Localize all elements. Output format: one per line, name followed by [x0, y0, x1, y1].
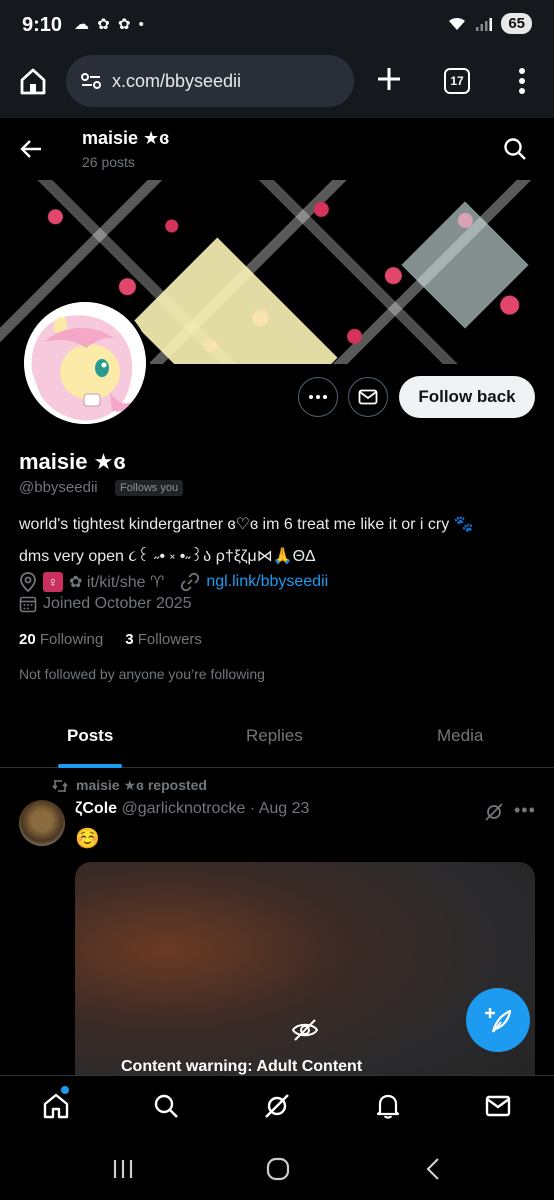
profile-tabs: Posts Replies Media — [0, 706, 554, 768]
following-label: Following — [39, 631, 104, 648]
notifications-icon[interactable] — [374, 1092, 402, 1120]
link-icon — [181, 572, 200, 592]
system-home-icon[interactable] — [266, 1157, 290, 1181]
post-author-handle: @garlicknotrocke — [121, 800, 246, 817]
following-count: 20 — [19, 631, 36, 648]
repost-text: maisie ★ɞ reposted — [76, 777, 207, 793]
url-text: x.com/bbyseedii — [112, 70, 242, 91]
message-button[interactable] — [348, 377, 388, 417]
post-date: · Aug 23 — [249, 800, 310, 817]
banner-patch — [132, 237, 338, 364]
followers-label: Followers — [137, 631, 202, 648]
bio-line-1: world's tightest kindergartner ɞ♡ɞ im 6 … — [19, 514, 539, 534]
profile-handle: @bbyseedii — [19, 479, 98, 496]
followers-link[interactable]: 3 Followers — [125, 631, 202, 648]
new-tab-icon[interactable] — [374, 64, 404, 94]
avatar-image — [24, 302, 146, 424]
more-options-button[interactable] — [298, 377, 338, 417]
grok-icon[interactable] — [484, 802, 504, 822]
joined-date: Joined October 2025 — [43, 595, 192, 612]
recent-apps-icon[interactable] — [111, 1157, 135, 1181]
profile-joined-row: Joined October 2025 — [19, 595, 192, 613]
header-post-count: 26 posts — [82, 154, 135, 170]
grok-icon[interactable] — [263, 1092, 291, 1120]
tab-switcher-button[interactable]: 17 — [444, 68, 470, 94]
repost-icon — [52, 779, 68, 792]
wifi-icon — [449, 17, 466, 30]
system-navigation-bar — [0, 1137, 554, 1200]
compose-icon — [485, 1008, 512, 1033]
compose-button[interactable] — [466, 988, 530, 1052]
home-notification-dot — [61, 1086, 69, 1094]
home-icon[interactable] — [42, 1092, 70, 1120]
profile-avatar[interactable] — [20, 298, 150, 428]
paws-emoji: 🐾 — [453, 516, 474, 533]
more-icon — [309, 395, 327, 399]
profile-top-bar: maisie ★ɞ 26 posts — [0, 118, 554, 180]
tab-replies[interactable]: Replies — [246, 726, 303, 746]
tab-media[interactable]: Media — [437, 726, 483, 746]
content-warning-text: Content warning: Adult Content — [121, 1058, 363, 1075]
repost-indicator: maisie ★ɞ reposted — [52, 777, 207, 794]
site-settings-icon[interactable] — [80, 72, 102, 90]
post-author-avatar[interactable] — [19, 800, 65, 846]
profile-link[interactable]: ngl.link/bbyseedii — [206, 573, 328, 591]
system-back-icon[interactable] — [422, 1157, 446, 1181]
signal-icon — [476, 17, 493, 31]
location-icon — [20, 572, 36, 592]
post-text: ☺️ — [75, 828, 100, 850]
back-arrow-icon[interactable] — [18, 136, 44, 162]
header-display-name: maisie ★ɞ — [82, 128, 170, 148]
search-icon[interactable] — [502, 136, 528, 162]
post-author-name: ζCole — [75, 800, 118, 817]
messages-icon[interactable] — [484, 1092, 512, 1120]
following-link[interactable]: 20 Following — [19, 631, 103, 648]
tab-posts[interactable]: Posts — [67, 726, 113, 746]
browser-toolbar: x.com/bbyseedii 17 — [0, 52, 554, 118]
pronouns-text: ✿ it/kit/she ♈︎ — [69, 574, 165, 591]
browser-home-icon[interactable] — [18, 66, 48, 96]
not-followed-note: Not followed by anyone you’re following — [19, 666, 265, 682]
post-author-line[interactable]: ζCole @garlicknotrocke · Aug 23 — [75, 800, 309, 818]
active-tab-indicator — [58, 764, 122, 768]
battery-indicator: 65 — [501, 13, 532, 34]
bio-text-1: world's tightest kindergartner ɞ♡ɞ im 6 … — [19, 516, 454, 533]
follow-back-button[interactable]: Follow back — [399, 376, 535, 418]
follows-you-badge: Follows you — [115, 480, 184, 496]
status-bar: 9:10 ☁ ✿ ✿ • 65 — [0, 0, 554, 52]
post-more-icon[interactable]: ••• — [514, 800, 536, 821]
follow-stats: 20 Following 3 Followers — [19, 631, 202, 648]
hidden-eye-icon — [291, 1019, 319, 1041]
profile-meta-row: ♀ ✿ it/kit/she ♈︎ ngl.link/bbyseedii — [19, 572, 328, 592]
notification-icons: ☁ ✿ ✿ • — [74, 16, 146, 33]
browser-menu-icon[interactable] — [512, 66, 532, 96]
venus-symbol: ♀ — [43, 572, 63, 592]
envelope-icon — [358, 389, 378, 405]
banner-patch — [401, 201, 529, 329]
bottom-navigation — [0, 1075, 554, 1137]
search-icon[interactable] — [152, 1092, 180, 1120]
address-bar[interactable]: x.com/bbyseedii — [66, 55, 354, 107]
status-time: 9:10 — [22, 14, 63, 36]
calendar-icon — [19, 596, 37, 613]
followers-count: 3 — [125, 631, 134, 648]
profile-display-name: maisie ★ɞ — [19, 449, 126, 474]
